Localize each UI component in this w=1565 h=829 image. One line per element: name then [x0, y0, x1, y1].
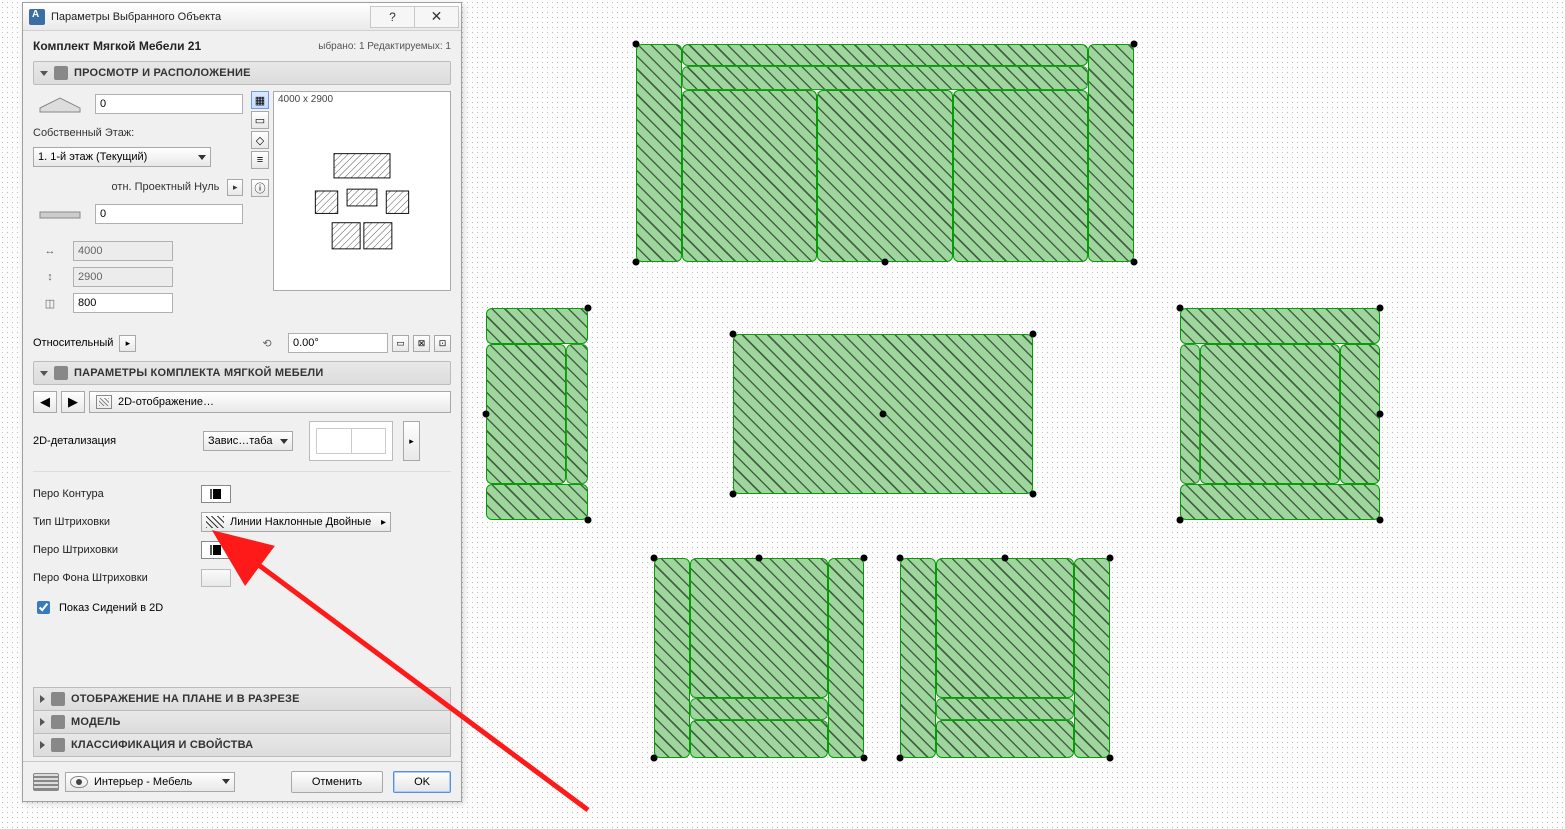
section-icon	[54, 366, 68, 380]
section-title: МОДЕЛЬ	[71, 716, 121, 728]
eye-icon	[70, 776, 88, 788]
hatch-preview-icon	[206, 516, 224, 528]
mirror-x-button[interactable]: ▭	[392, 335, 409, 352]
top-elevation-icon	[33, 91, 89, 117]
project-zero-label: отн. Проектный Нуль	[33, 181, 223, 193]
close-button[interactable]: ✕	[414, 6, 459, 28]
dim-c-input[interactable]: 800	[73, 293, 173, 313]
detail-preview	[309, 421, 393, 461]
section-plan-display[interactable]: ОТОБРАЖЕНИЕ НА ПЛАНЕ И В РАЗРЕЗЕ	[33, 687, 451, 711]
bottom-elevation-input[interactable]: 0	[95, 204, 243, 224]
chevron-right-icon: ▸	[381, 517, 386, 528]
section-object-params[interactable]: ПАРАМЕТРЫ КОМПЛЕКТА МЯГКОЙ МЕБЕЛИ	[33, 361, 451, 385]
top-elevation-input[interactable]: 0	[95, 94, 243, 114]
page-icon	[96, 395, 112, 409]
section-model[interactable]: МОДЕЛЬ	[33, 710, 451, 734]
view-plan-button[interactable]: ▦	[251, 91, 269, 109]
hatch-pen-label: Перо Штриховки	[33, 544, 193, 556]
sofa-object[interactable]	[636, 44, 1134, 262]
armchair-left[interactable]	[486, 308, 588, 520]
section-preview-position[interactable]: ПРОСМОТР И РАСПОЛОЖЕНИЕ	[33, 61, 451, 85]
layer-name: Интерьер - Мебель	[94, 776, 192, 788]
layer-combo[interactable]: Интерьер - Мебель	[65, 772, 235, 792]
rotate-icon: ⟲	[250, 334, 284, 352]
bottom-elevation-icon	[33, 201, 89, 227]
hatch-type-combo[interactable]: Линии Наклонные Двойные ▸	[201, 512, 391, 532]
detail-combo[interactable]: Завис…таба	[203, 431, 293, 451]
project-zero-button[interactable]: ▸	[227, 179, 243, 196]
dim-b-input[interactable]: 2900	[73, 267, 173, 287]
chevron-down-icon	[40, 71, 48, 76]
section-title: ОТОБРАЖЕНИЕ НА ПЛАНЕ И В РАЗРЕЗЕ	[71, 693, 300, 705]
show-seats-label: Показ Сидений в 2D	[59, 602, 163, 614]
angle-mode-label: Относительный	[33, 337, 113, 349]
chevron-down-icon	[40, 371, 48, 376]
story-combo[interactable]: 1. 1-й этаж (Текущий)	[33, 147, 211, 167]
angle-mode-button[interactable]: ▸	[119, 335, 136, 352]
angle-input[interactable]: 0.00°	[288, 333, 388, 353]
armchair-bottom-right[interactable]	[900, 558, 1110, 758]
hatch-pen-swatch[interactable]	[201, 541, 231, 559]
section-title: ПАРАМЕТРЫ КОМПЛЕКТА МЯГКОЙ МЕБЕЛИ	[74, 367, 323, 379]
hatch-type-value: Линии Наклонные Двойные	[230, 516, 371, 528]
dim-c-icon: ◫	[33, 294, 67, 312]
dim-b-icon: ↕	[33, 268, 67, 286]
view-3d-button[interactable]: ◇	[251, 131, 269, 149]
preview-box[interactable]: 4000 x 2900	[273, 91, 451, 291]
story-value: 1. 1-й этаж (Текущий)	[38, 151, 147, 163]
armchair-bottom-left[interactable]	[654, 558, 864, 758]
mirror-z-button[interactable]: ⊡	[434, 335, 451, 352]
section-icon	[51, 715, 65, 729]
object-settings-dialog: Параметры Выбранного Объекта ? ✕ Комплек…	[22, 2, 462, 802]
detail-next-button[interactable]: ▸	[403, 421, 420, 461]
help-button[interactable]: ?	[370, 6, 415, 28]
detail-value: Завис…таба	[208, 435, 272, 447]
section-title: ПРОСМОТР И РАСПОЛОЖЕНИЕ	[74, 67, 251, 79]
contour-pen-label: Перо Контура	[33, 488, 193, 500]
page-label: 2D-отображение…	[118, 396, 214, 408]
section-title: КЛАССИФИКАЦИЯ И СВОЙСТВА	[71, 739, 253, 751]
preview-dims: 4000 x 2900	[278, 94, 333, 105]
view-list-button[interactable]: ≡	[251, 151, 269, 169]
dialog-title: Параметры Выбранного Объекта	[51, 11, 371, 23]
cancel-button[interactable]: Отменить	[291, 771, 383, 793]
chevron-down-icon	[280, 439, 288, 444]
selection-count: ыбрано: 1 Редактируемых: 1	[318, 41, 451, 52]
section-icon	[51, 692, 65, 706]
chevron-down-icon	[198, 155, 206, 160]
page-selector[interactable]: 2D-отображение…	[89, 391, 451, 413]
show-seats-checkbox[interactable]	[37, 601, 50, 614]
section-classification[interactable]: КЛАССИФИКАЦИЯ И СВОЙСТВА	[33, 733, 451, 757]
app-icon	[29, 9, 45, 25]
chevron-right-icon	[40, 695, 45, 703]
layer-icon	[33, 773, 59, 791]
table-object[interactable]	[733, 334, 1033, 494]
chevron-right-icon	[40, 718, 45, 726]
hatch-type-label: Тип Штриховки	[33, 516, 193, 528]
hatch-bg-pen-swatch[interactable]	[201, 569, 231, 587]
view-info-button[interactable]: ⓘ	[251, 179, 269, 197]
armchair-right[interactable]	[1180, 308, 1380, 520]
ok-button[interactable]: OK	[393, 771, 451, 793]
chevron-right-icon	[40, 741, 45, 749]
dim-a-icon: ↔	[33, 242, 67, 260]
hatch-bg-pen-label: Перо Фона Штриховки	[33, 572, 193, 584]
object-name: Комплект Мягкой Мебели 21	[33, 39, 201, 53]
section-icon	[54, 66, 68, 80]
section-icon	[51, 738, 65, 752]
page-next-button[interactable]: ▶	[61, 391, 85, 413]
view-front-button[interactable]: ▭	[251, 111, 269, 129]
own-story-label: Собственный Этаж:	[33, 123, 243, 143]
dialog-titlebar[interactable]: Параметры Выбранного Объекта ? ✕	[23, 3, 461, 31]
chevron-down-icon	[222, 779, 230, 784]
detail-label: 2D-детализация	[33, 435, 193, 447]
page-prev-button[interactable]: ◀	[33, 391, 57, 413]
dim-a-input[interactable]: 4000	[73, 241, 173, 261]
contour-pen-swatch[interactable]	[201, 485, 231, 503]
mirror-y-button[interactable]: ⊠	[413, 335, 430, 352]
